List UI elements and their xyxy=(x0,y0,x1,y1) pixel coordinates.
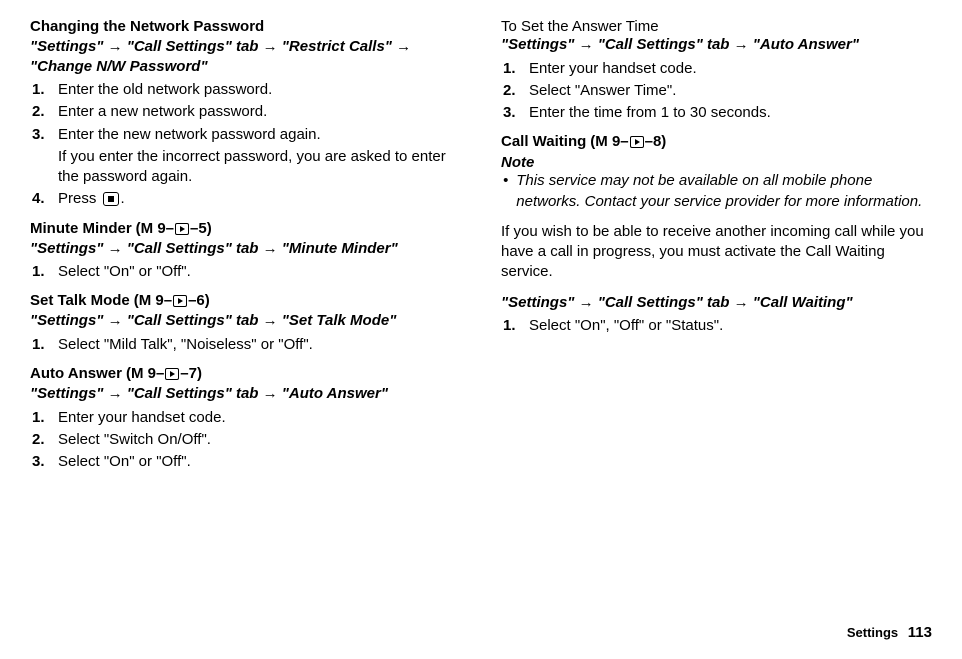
right-key-icon xyxy=(165,368,179,380)
code-text: (M 9– xyxy=(134,292,172,309)
section-call-waiting: Call Waiting (M 9– –8) Note • This servic… xyxy=(501,133,932,336)
menu-code: (M 9– –8) xyxy=(590,133,666,150)
nav-path: "Settings" → "Call Settings" tab → "Call… xyxy=(501,293,932,313)
right-column: To Set the Answer Time "Settings" → "Cal… xyxy=(501,18,932,474)
right-key-icon xyxy=(630,136,644,148)
menu-code: (M 9– –5) xyxy=(136,220,212,237)
code-text: (M 9– xyxy=(590,133,628,150)
bullet-icon: • xyxy=(503,171,508,212)
step-text: Enter your handset code. xyxy=(58,408,461,428)
heading: Set Talk Mode xyxy=(30,292,130,309)
code-text: –8) xyxy=(645,133,667,150)
section-header: Set Talk Mode (M 9– –6) xyxy=(30,292,461,309)
step-number: 2. xyxy=(32,430,58,450)
right-key-icon xyxy=(175,223,189,235)
step: 2. Select "Answer Time". xyxy=(501,81,932,101)
note-text: This service may not be available on all… xyxy=(516,171,932,212)
code-text: –6) xyxy=(188,292,210,309)
section-answer-time: To Set the Answer Time "Settings" → "Cal… xyxy=(501,18,932,123)
step: 2. Select "Switch On/Off". xyxy=(30,430,461,450)
text: . xyxy=(121,190,125,207)
step: 1. Enter the old network password. xyxy=(30,80,461,100)
footer-label: Settings xyxy=(847,625,898,640)
heading: Changing the Network Password xyxy=(30,18,461,35)
step-number: 1. xyxy=(32,80,58,100)
step-number: 3. xyxy=(32,452,58,472)
text: Press xyxy=(58,190,101,207)
step: 3. Enter the new network password again. xyxy=(30,125,461,145)
subheading: To Set the Answer Time xyxy=(501,18,932,35)
menu-code: (M 9– –7) xyxy=(126,365,202,382)
left-column: Changing the Network Password "Settings"… xyxy=(30,18,461,474)
heading: Auto Answer xyxy=(30,365,122,382)
step: 4. Press . xyxy=(30,189,461,209)
heading: Call Waiting xyxy=(501,133,586,150)
step-text: Enter the old network password. xyxy=(58,80,461,100)
section-set-talk-mode: Set Talk Mode (M 9– –6) "Settings" → "Cal… xyxy=(30,292,461,355)
step-number: 2. xyxy=(32,102,58,122)
step: 3. Select "On" or "Off". xyxy=(30,452,461,472)
nav-path: "Settings" → "Call Settings" tab → "Set … xyxy=(30,311,461,331)
menu-code: (M 9– –6) xyxy=(134,292,210,309)
step-text: Press . xyxy=(58,189,461,209)
step-text: Select "Answer Time". xyxy=(529,81,932,101)
center-key-icon xyxy=(103,192,119,206)
step-text: Enter your handset code. xyxy=(529,59,932,79)
step-number: 3. xyxy=(32,125,58,145)
paragraph: If you wish to be able to receive anothe… xyxy=(501,222,932,283)
step-text: Select "On" or "Off". xyxy=(58,452,461,472)
section-header: Call Waiting (M 9– –8) xyxy=(501,133,932,150)
step-number: 1. xyxy=(32,408,58,428)
section-change-password: Changing the Network Password "Settings"… xyxy=(30,18,461,210)
step-number: 4. xyxy=(32,189,58,209)
nav-path: "Settings" → "Call Settings" tab → "Minu… xyxy=(30,239,461,259)
step-text: Select "Switch On/Off". xyxy=(58,430,461,450)
step-note: If you enter the incorrect password, you… xyxy=(58,147,461,188)
code-text: –7) xyxy=(180,365,202,382)
step: 2. Enter a new network password. xyxy=(30,102,461,122)
step-number: 1. xyxy=(32,335,58,355)
note-label: Note xyxy=(501,154,932,171)
step-number: 2. xyxy=(503,81,529,101)
step: 1. Select "Mild Talk", "Noiseless" or "O… xyxy=(30,335,461,355)
section-header: Auto Answer (M 9– –7) xyxy=(30,365,461,382)
section-minute-minder: Minute Minder (M 9– –5) "Settings" → "Cal… xyxy=(30,220,461,283)
step-number: 1. xyxy=(503,59,529,79)
step-number: 3. xyxy=(503,103,529,123)
step-text: Select "On", "Off" or "Status". xyxy=(529,316,932,336)
page-columns: Changing the Network Password "Settings"… xyxy=(30,18,932,474)
step-number: 1. xyxy=(32,262,58,282)
code-text: –5) xyxy=(190,220,212,237)
code-text: (M 9– xyxy=(136,220,174,237)
nav-path: "Settings" → "Call Settings" tab → "Auto… xyxy=(30,384,461,404)
step: 1. Select "On", "Off" or "Status". xyxy=(501,316,932,336)
page-footer: Settings 113 xyxy=(847,624,932,641)
right-key-icon xyxy=(173,295,187,307)
step: 1. Select "On" or "Off". xyxy=(30,262,461,282)
note-item: • This service may not be available on a… xyxy=(503,171,932,212)
heading: Minute Minder xyxy=(30,220,132,237)
step: 3. Enter the time from 1 to 30 seconds. xyxy=(501,103,932,123)
step-text: Enter a new network password. xyxy=(58,102,461,122)
nav-path: "Settings" → "Call Settings" tab → "Rest… xyxy=(30,37,461,76)
section-auto-answer: Auto Answer (M 9– –7) "Settings" → "Call … xyxy=(30,365,461,472)
section-header: Minute Minder (M 9– –5) xyxy=(30,220,461,237)
step-text: Select "Mild Talk", "Noiseless" or "Off"… xyxy=(58,335,461,355)
step-text: Select "On" or "Off". xyxy=(58,262,461,282)
step-text: Enter the time from 1 to 30 seconds. xyxy=(529,103,932,123)
nav-path: "Settings" → "Call Settings" tab → "Auto… xyxy=(501,35,932,55)
step: 1. Enter your handset code. xyxy=(501,59,932,79)
step-text: Enter the new network password again. xyxy=(58,125,461,145)
page-number: 113 xyxy=(908,624,932,641)
step-number: 1. xyxy=(503,316,529,336)
code-text: (M 9– xyxy=(126,365,164,382)
step: 1. Enter your handset code. xyxy=(30,408,461,428)
